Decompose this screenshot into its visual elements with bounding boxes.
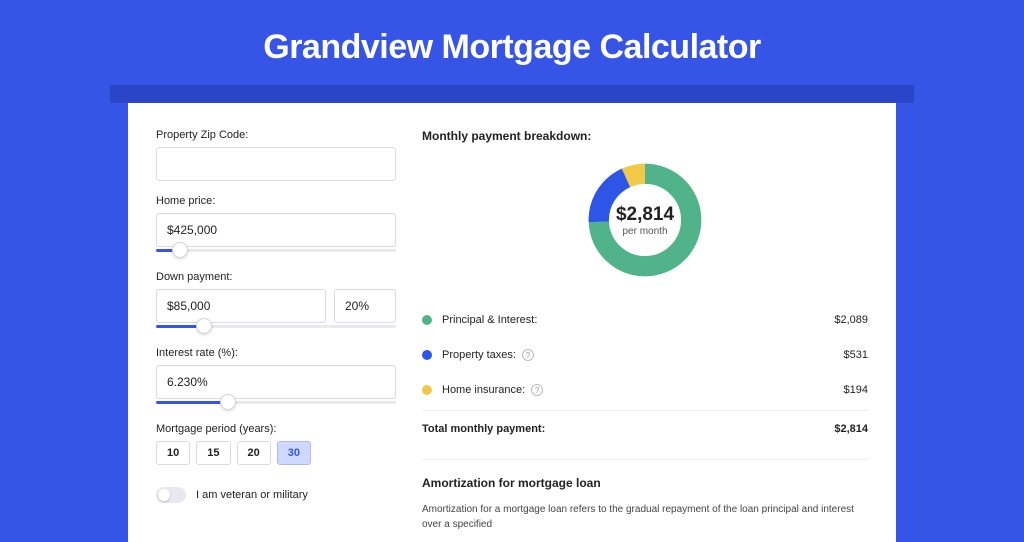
interest-slider[interactable] [156,397,396,409]
legend-row-insurance: Home insurance: ? $194 [422,373,868,408]
legend-row-principal: Principal & Interest: $2,089 [422,303,868,338]
home-price-label: Home price: [156,195,396,207]
period-btn-20[interactable]: 20 [237,441,271,465]
legend-value: $194 [844,384,868,396]
slider-thumb[interactable] [172,242,188,258]
home-price-input[interactable] [156,213,396,247]
calculator-card: Property Zip Code: Home price: Down paym… [128,103,896,542]
interest-label: Interest rate (%): [156,347,396,359]
zip-field: Property Zip Code: [156,129,396,181]
amortization-text: Amortization for a mortgage loan refers … [422,502,868,532]
down-payment-input[interactable] [156,289,326,323]
breakdown-title: Monthly payment breakdown: [422,129,868,143]
total-value: $2,814 [834,423,868,435]
legend-dot [422,385,432,395]
period-btn-30[interactable]: 30 [277,441,311,465]
period-btn-10[interactable]: 10 [156,441,190,465]
legend-value: $531 [844,349,868,361]
zip-label: Property Zip Code: [156,129,396,141]
period-btn-15[interactable]: 15 [196,441,230,465]
help-icon[interactable]: ? [531,384,543,396]
donut-center: $2,814 per month [604,179,686,261]
veteran-label: I am veteran or military [196,489,308,501]
legend-label: Principal & Interest: [442,314,834,326]
page-title: Grandview Mortgage Calculator [0,0,1024,85]
slider-thumb[interactable] [196,318,212,334]
down-payment-slider[interactable] [156,321,396,333]
legend-dot [422,350,432,360]
period-field: Mortgage period (years): 10 15 20 30 [156,423,396,465]
donut-chart-wrap: $2,814 per month [422,159,868,281]
legend-label: Property taxes: ? [442,349,844,361]
help-icon[interactable]: ? [522,349,534,361]
legend-row-total: Total monthly payment: $2,814 [422,410,868,447]
total-label: Total monthly payment: [422,423,834,435]
legend-row-taxes: Property taxes: ? $531 [422,338,868,373]
down-payment-field: Down payment: [156,271,396,333]
donut-sub: per month [622,226,667,237]
legend-value: $2,089 [834,314,868,326]
veteran-toggle[interactable] [156,487,186,503]
header-band [110,85,914,103]
donut-amount: $2,814 [616,204,674,226]
breakdown-panel: Monthly payment breakdown: $2,814 per mo… [422,129,868,532]
donut-chart: $2,814 per month [584,159,706,281]
down-payment-label: Down payment: [156,271,396,283]
legend-dot [422,315,432,325]
veteran-toggle-row: I am veteran or military [156,487,396,503]
form-panel: Property Zip Code: Home price: Down paym… [156,129,396,532]
zip-input[interactable] [156,147,396,181]
amortization-section: Amortization for mortgage loan Amortizat… [422,459,868,532]
interest-field: Interest rate (%): [156,347,396,409]
slider-thumb[interactable] [220,394,236,410]
period-label: Mortgage period (years): [156,423,396,435]
home-price-slider[interactable] [156,245,396,257]
legend-label: Home insurance: ? [442,384,844,396]
amortization-title: Amortization for mortgage loan [422,476,868,490]
home-price-field: Home price: [156,195,396,257]
interest-input[interactable] [156,365,396,399]
down-payment-pct-input[interactable] [334,289,396,323]
period-row: 10 15 20 30 [156,441,396,465]
